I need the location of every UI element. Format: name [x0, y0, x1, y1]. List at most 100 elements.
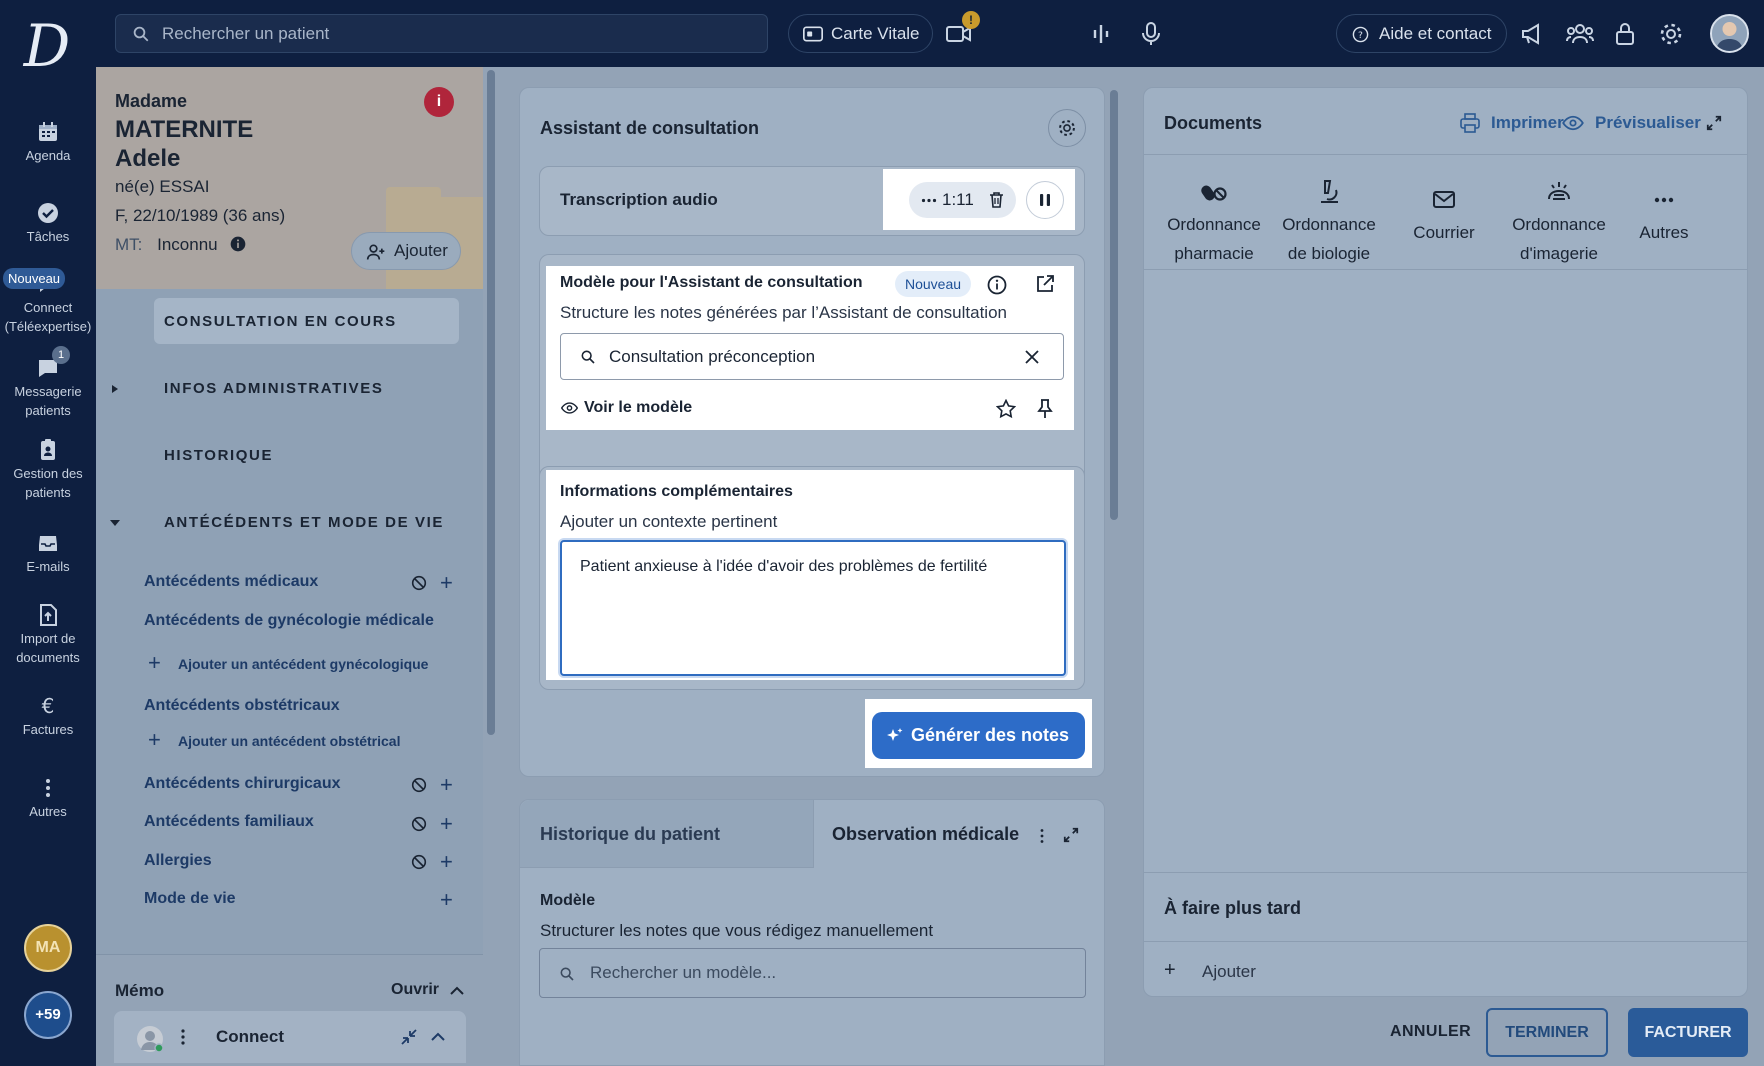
pause-recording-button[interactable] — [1026, 181, 1064, 219]
caret-down-icon[interactable] — [109, 518, 121, 528]
model-search-input[interactable]: Consultation préconception — [560, 333, 1064, 380]
rail-taches[interactable]: Tâches — [0, 201, 96, 246]
chevron-up-icon[interactable] — [430, 1031, 446, 1043]
rail-agenda[interactable]: Agenda — [0, 120, 96, 165]
app-logo[interactable]: D — [22, 17, 72, 75]
bill-button[interactable]: FACTURER — [1628, 1008, 1748, 1057]
antecedents-gyneco[interactable]: Antécédents de gynécologie médicale — [144, 612, 434, 630]
announcements-button[interactable] — [1520, 21, 1546, 47]
doc-ordonnance-biologie[interactable]: Ordonnance de biologie — [1279, 178, 1379, 268]
recording-timer[interactable]: 1:11 — [909, 182, 1016, 218]
assistant-settings-button[interactable] — [1048, 109, 1086, 147]
caret-right-icon[interactable] — [110, 384, 120, 394]
audio-wave-button[interactable] — [1088, 21, 1114, 47]
lock-button[interactable] — [1612, 21, 1638, 47]
carte-vitale-label: Carte Vitale — [831, 24, 920, 43]
section-antecedents[interactable]: ANTÉCÉDENTS ET MODE DE VIE — [164, 514, 444, 531]
doc-autres[interactable]: Autres — [1624, 186, 1704, 247]
rail-import[interactable]: Import de documents — [0, 603, 96, 667]
rail-messagerie[interactable]: 1 Messagerie patients — [0, 346, 96, 420]
add-mt-button[interactable]: Ajouter — [351, 232, 461, 270]
antecedents-chirurgicaux[interactable]: Antécédents chirurgicaux — [144, 775, 341, 793]
add-surgical-icon[interactable]: + — [440, 774, 453, 796]
add-medical-icon[interactable]: + — [440, 572, 453, 594]
info-icon[interactable] — [230, 236, 246, 252]
microphone-button[interactable] — [1138, 21, 1164, 47]
rail-emails[interactable]: E-mails — [0, 531, 96, 576]
view-model-link[interactable]: Voir le modèle — [584, 399, 692, 417]
memo-open-button[interactable]: Ouvrir — [391, 981, 439, 999]
add-gyneco-icon[interactable]: + — [148, 652, 161, 674]
later-add-button[interactable]: Ajouter — [1202, 962, 1256, 982]
doc-courrier[interactable]: Courrier — [1394, 186, 1494, 247]
print-button[interactable]: Imprimer — [1491, 113, 1564, 133]
cancel-button[interactable]: ANNULER — [1390, 1023, 1471, 1041]
profile-avatar[interactable] — [1710, 14, 1749, 53]
antecedents-medicaux[interactable]: Antécédents médicaux — [144, 573, 318, 591]
chevron-up-icon[interactable] — [449, 985, 465, 997]
none-icon[interactable] — [410, 853, 428, 871]
tab-patient-history-label: Historique du patient — [540, 824, 720, 844]
antecedents-obstetricaux[interactable]: Antécédents obstétricaux — [144, 697, 340, 715]
more-vertical-icon[interactable] — [1039, 828, 1045, 844]
info-outline-icon[interactable] — [987, 275, 1007, 295]
add-gyneco-link[interactable]: Ajouter un antécédent gynécologique — [178, 656, 428, 672]
more-users-avatar[interactable]: +59 — [24, 991, 72, 1039]
assistant-scrollbar[interactable] — [1110, 90, 1118, 520]
carte-vitale-button[interactable]: Carte Vitale — [788, 14, 933, 53]
context-textarea[interactable]: Patient anxieuse à l'idée d'avoir des pr… — [560, 540, 1066, 676]
doc-ordonnance-pharmacie[interactable]: Ordonnance pharmacie — [1164, 178, 1264, 268]
observation-search-placeholder: Rechercher un modèle... — [590, 963, 777, 982]
tab-patient-history[interactable]: Historique du patient — [520, 800, 814, 868]
generate-notes-button[interactable]: Générer des notes — [872, 712, 1085, 759]
svg-text:?: ? — [1358, 30, 1363, 41]
section-infos-admin[interactable]: INFOS ADMINISTRATIVES — [164, 380, 383, 397]
expand-icon[interactable] — [1063, 827, 1079, 843]
add-lifestyle-icon[interactable]: + — [440, 889, 453, 911]
external-link-icon[interactable] — [1035, 274, 1055, 294]
patient-search-input[interactable]: Rechercher un patient — [115, 14, 768, 53]
add-obstetrical-link[interactable]: Ajouter un antécédent obstétrical — [178, 733, 400, 749]
none-icon[interactable] — [410, 815, 428, 833]
rail-gestion[interactable]: Gestion des patients — [0, 438, 96, 502]
add-obstetrical-icon[interactable]: + — [148, 729, 161, 751]
patient-scrollbar[interactable] — [487, 70, 495, 735]
none-icon[interactable] — [410, 776, 428, 794]
collapse-icon[interactable] — [400, 1028, 418, 1046]
preview-button[interactable]: Prévisualiser — [1595, 113, 1701, 133]
mode-de-vie[interactable]: Mode de vie — [144, 890, 236, 908]
more-horizontal-icon — [921, 198, 937, 203]
help-button[interactable]: ? Aide et contact — [1336, 14, 1507, 53]
more-vertical-icon[interactable] — [180, 1028, 186, 1046]
add-family-icon[interactable]: + — [440, 813, 453, 835]
memo-title: Mémo — [115, 981, 165, 1000]
rail-factures[interactable]: € Factures — [0, 694, 96, 739]
settings-button[interactable] — [1658, 21, 1684, 47]
rail-autres[interactable]: Autres — [0, 776, 96, 821]
tab-observation[interactable]: Observation médicale — [832, 824, 1019, 845]
antecedents-familiaux[interactable]: Antécédents familiaux — [144, 813, 314, 831]
none-icon[interactable] — [410, 574, 428, 592]
observation-model-search[interactable]: Rechercher un modèle... — [539, 948, 1086, 998]
connect-bar[interactable]: Connect — [114, 1011, 466, 1063]
search-icon — [581, 350, 595, 364]
user-avatar[interactable]: MA — [24, 924, 72, 972]
section-historique[interactable]: HISTORIQUE — [164, 447, 273, 464]
rail-connect-label: Connect — [23, 300, 73, 315]
video-call-button[interactable]: ! — [946, 11, 980, 47]
allergies[interactable]: Allergies — [144, 852, 212, 870]
trash-icon[interactable] — [989, 192, 1004, 208]
pin-icon[interactable] — [1036, 399, 1054, 419]
expand-icon[interactable] — [1706, 115, 1722, 131]
section-consultation[interactable]: CONSULTATION EN COURS — [164, 313, 397, 330]
doc-ordonnance-imagerie[interactable]: Ordonnance d'imagerie — [1509, 178, 1609, 268]
team-button[interactable] — [1566, 21, 1594, 47]
finish-button[interactable]: TERMINER — [1486, 1008, 1608, 1057]
later-add-icon[interactable]: + — [1164, 960, 1176, 980]
alert-info-icon[interactable]: i — [424, 87, 454, 117]
close-icon[interactable] — [1025, 350, 1039, 364]
doc-imagerie-line2: d'imagerie — [1520, 244, 1598, 263]
add-allergy-icon[interactable]: + — [440, 851, 453, 873]
rail-connect[interactable]: Nouveau Connect (Téléexpertise) — [0, 268, 96, 336]
star-icon[interactable] — [996, 399, 1016, 419]
